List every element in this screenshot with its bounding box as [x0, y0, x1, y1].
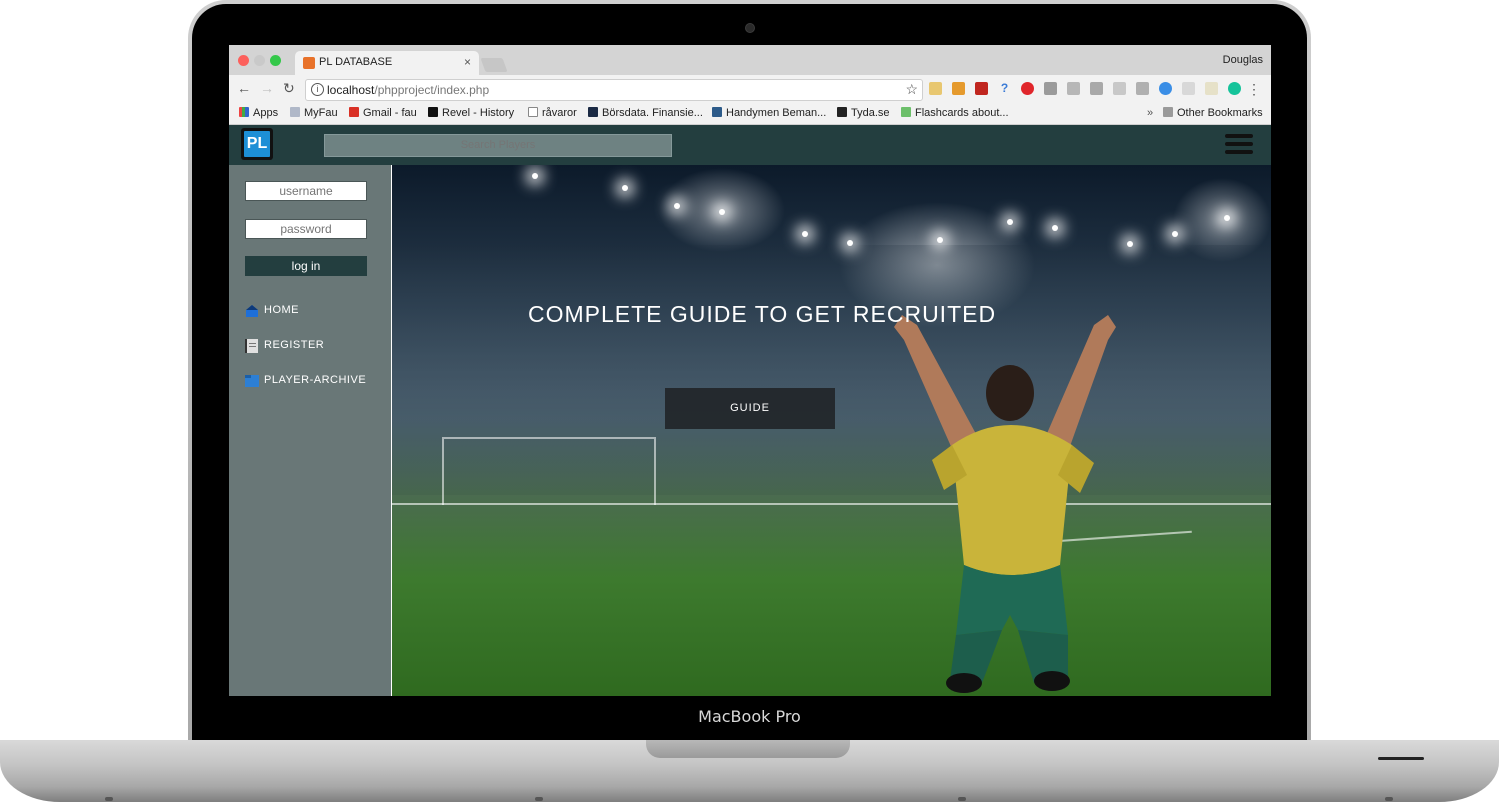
bookmark-item[interactable]: Apps	[239, 107, 278, 119]
extension-icon[interactable]	[1044, 82, 1057, 95]
floodlight	[1127, 241, 1133, 247]
celebrating-player-image	[894, 315, 1116, 693]
floodlight	[674, 203, 680, 209]
other-bookmarks[interactable]: Other Bookmarks	[1163, 107, 1263, 119]
status-led	[1378, 757, 1424, 760]
profile-name[interactable]: Douglas	[1223, 54, 1263, 66]
laptop-foot	[958, 797, 966, 801]
bookmark-item[interactable]: Revel - History	[428, 107, 514, 119]
floodlight	[622, 185, 628, 191]
register-icon	[245, 339, 258, 353]
password-field[interactable]	[245, 219, 367, 239]
laptop-foot	[535, 797, 543, 801]
flashcards-icon	[901, 107, 911, 117]
browser-toolbar: ← → ↻ i localhost/phpproject/index.php ☆…	[229, 75, 1271, 103]
extension-icon[interactable]	[1182, 82, 1195, 95]
camera-icon	[745, 23, 755, 33]
screen: PL DATABASE × Douglas ← → ↻ i localhost/…	[229, 45, 1271, 696]
new-tab-button[interactable]	[480, 58, 508, 72]
forward-arrow-icon[interactable]: →	[260, 80, 274, 96]
folder-icon	[1163, 107, 1173, 117]
bookmark-item[interactable]: MyFau	[290, 107, 338, 119]
extension-icon[interactable]	[1136, 82, 1149, 95]
bookmark-star-icon[interactable]: ☆	[905, 81, 918, 98]
home-icon	[246, 305, 258, 317]
extension-icon[interactable]	[929, 82, 942, 95]
messenger-extension-icon[interactable]	[1159, 82, 1172, 95]
address-bar[interactable]: i localhost/phpproject/index.php ☆	[305, 79, 923, 101]
site-header: PL	[229, 125, 1271, 165]
bookmark-item[interactable]: Handymen Beman...	[712, 107, 826, 119]
floodlight	[1007, 219, 1013, 225]
borsdata-icon	[588, 107, 598, 117]
goal-post	[442, 437, 656, 505]
bookmarks-bar: Apps MyFau Gmail - fau Revel - History r…	[229, 103, 1271, 125]
floodlight	[1052, 225, 1058, 231]
bookmark-item[interactable]: Flashcards about...	[901, 107, 1009, 119]
hero-title: COMPLETE GUIDE TO GET RECRUITED	[528, 301, 997, 327]
grammarly-extension-icon[interactable]	[1228, 82, 1241, 95]
ebay-extension-icon[interactable]	[1205, 82, 1218, 95]
back-arrow-icon[interactable]: ←	[237, 80, 251, 96]
site-logo[interactable]: PL	[241, 128, 273, 160]
username-field[interactable]	[245, 181, 367, 201]
login-button[interactable]: log in	[245, 256, 367, 276]
info-icon[interactable]: i	[311, 83, 324, 96]
tab-close-icon[interactable]: ×	[464, 55, 471, 69]
sidebar: log in HOME REGISTER PLAYER-ARCHIVE	[229, 165, 391, 696]
laptop-foot	[105, 797, 113, 801]
bookmark-item[interactable]: Börsdata. Finansie...	[588, 107, 703, 119]
close-window-button[interactable]	[238, 55, 249, 66]
handymen-icon	[712, 107, 722, 117]
extension-icon[interactable]	[1113, 82, 1126, 95]
floodlight	[937, 237, 943, 243]
floodlight	[1172, 231, 1178, 237]
extension-icon[interactable]	[1067, 82, 1080, 95]
revel-icon	[428, 107, 438, 117]
pdf-extension-icon[interactable]	[975, 82, 988, 95]
tyda-icon	[837, 107, 847, 117]
help-extension-icon[interactable]: ?	[998, 82, 1011, 95]
bookmark-item[interactable]: Tyda.se	[837, 107, 890, 119]
device-model-label: MacBook Pro	[698, 707, 801, 726]
hero-banner: COMPLETE GUIDE TO GET RECRUITED GUIDE	[392, 165, 1271, 696]
web-page: PL log in HOME REGISTER PLAYER-ARCHIVE	[229, 125, 1271, 696]
xampp-favicon-icon	[303, 57, 315, 69]
tab-title: PL DATABASE	[319, 56, 393, 68]
bookmarks-overflow-icon[interactable]: »	[1147, 107, 1153, 119]
laptop-hinge-notch	[646, 740, 850, 758]
minimize-window-button[interactable]	[254, 55, 265, 66]
apps-grid-icon	[239, 107, 249, 117]
myfau-icon	[290, 107, 300, 117]
page-icon	[528, 107, 538, 117]
floodlight	[1224, 215, 1230, 221]
floodlight	[847, 240, 853, 246]
logo-text: PL	[244, 131, 270, 157]
floodlight	[719, 209, 725, 215]
bookmark-item[interactable]: råvaror	[528, 107, 577, 119]
reload-icon[interactable]: ↻	[283, 80, 295, 97]
archive-icon	[245, 375, 259, 387]
extension-icon[interactable]	[952, 82, 965, 95]
floodlight	[802, 231, 808, 237]
browser-tab-bar: PL DATABASE × Douglas	[229, 45, 1271, 75]
url-host: localhost	[327, 83, 375, 97]
opera-extension-icon[interactable]	[1021, 82, 1034, 95]
zoom-window-button[interactable]	[270, 55, 281, 66]
laptop-foot	[1385, 797, 1393, 801]
url-text: localhost/phpproject/index.php	[327, 83, 489, 97]
extension-icon[interactable]	[1090, 82, 1103, 95]
bookmark-item[interactable]: Gmail - fau	[349, 107, 417, 119]
browser-menu-icon[interactable]: ⋮	[1247, 81, 1261, 98]
browser-tab[interactable]: PL DATABASE ×	[295, 51, 479, 75]
url-path: /phpproject/index.php	[374, 83, 490, 97]
guide-button[interactable]: GUIDE	[665, 388, 835, 429]
floodlight	[532, 173, 538, 179]
search-players-input[interactable]	[324, 134, 672, 157]
hamburger-menu-icon[interactable]	[1225, 134, 1253, 156]
gmail-icon	[349, 107, 359, 117]
